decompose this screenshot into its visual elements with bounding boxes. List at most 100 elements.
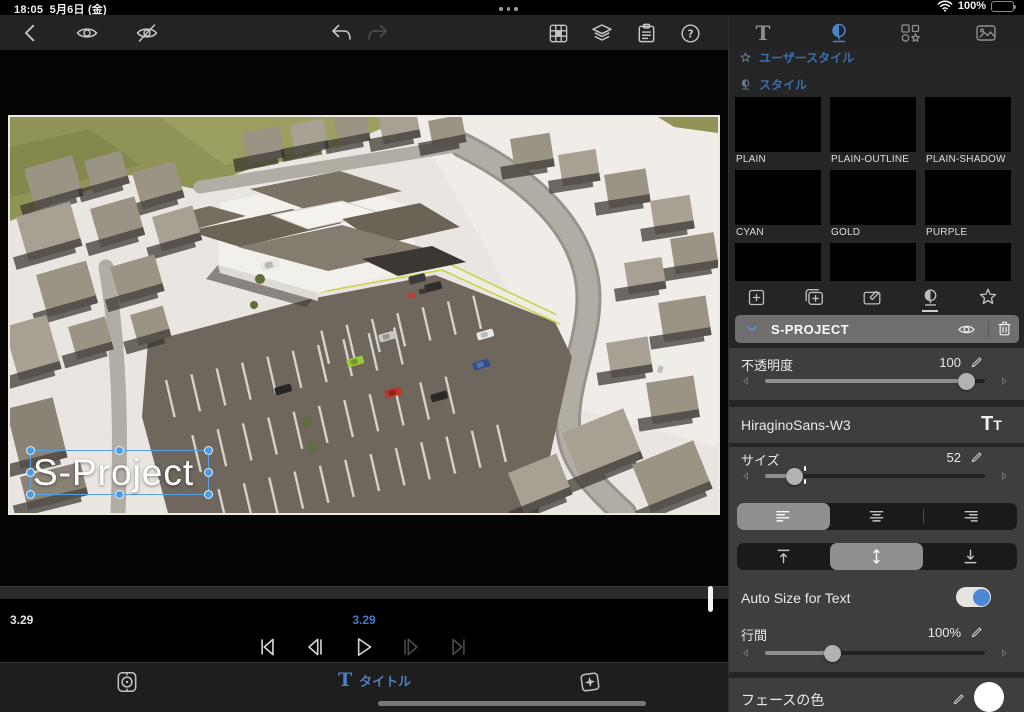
valign-middle-icon (866, 546, 887, 567)
camera-view-tab[interactable] (114, 669, 140, 695)
align-left-button[interactable] (737, 503, 830, 530)
tab-image[interactable] (972, 19, 1000, 47)
hide-overlays-button[interactable] (134, 20, 160, 46)
align-center-button[interactable] (830, 503, 923, 530)
user-style-header[interactable]: ユーザースタイル (739, 49, 854, 66)
opacity-slider-knob[interactable] (958, 373, 975, 390)
redo-button[interactable] (365, 20, 391, 46)
redo-icon (366, 21, 390, 45)
show-overlays-button[interactable] (74, 20, 100, 46)
style-thumb-gold[interactable] (830, 170, 916, 225)
delete-layer-button[interactable] (995, 319, 1014, 338)
style-thumb-partial[interactable] (735, 243, 821, 281)
title-selection-box[interactable]: S-Project (30, 450, 209, 495)
style-label: スタイル (759, 76, 807, 93)
face-color-swatch[interactable] (974, 682, 1004, 712)
style-thumb-purple[interactable] (925, 170, 1011, 225)
opacity-decrement-button[interactable] (739, 374, 753, 388)
layers-icon (590, 21, 614, 45)
style-thumb-plain-shadow[interactable] (925, 97, 1011, 152)
size-slider-knob[interactable] (786, 468, 803, 485)
layer-visibility-button[interactable] (957, 320, 976, 339)
style-thumb-plain[interactable] (735, 97, 821, 152)
render-canvas[interactable]: S-Project (8, 115, 720, 515)
selection-handle[interactable] (26, 468, 35, 477)
effects-sparkle-icon (577, 669, 603, 695)
help-icon: ? (679, 22, 702, 45)
valign-middle-button[interactable] (830, 543, 923, 570)
tab-elements[interactable] (896, 19, 924, 47)
selection-handle[interactable] (115, 446, 124, 455)
grid-icon (547, 22, 570, 45)
style-mode-underline (922, 310, 938, 312)
valign-bottom-icon (960, 546, 981, 567)
title-tab-label: タイトル (359, 671, 411, 690)
style-mode-button[interactable] (918, 285, 942, 309)
layer-header[interactable]: S-PROJECT (735, 315, 1019, 343)
style-ball-mode-icon (920, 287, 941, 308)
style-thumb-partial[interactable] (830, 243, 916, 281)
selection-handle[interactable] (204, 446, 213, 455)
title-tab[interactable]: T タイトル (338, 669, 411, 691)
style-label-purple: PURPLE (926, 227, 967, 238)
style-ball-small-icon (739, 78, 752, 91)
style-thumb-cyan[interactable] (735, 170, 821, 225)
favorite-style-button[interactable] (976, 285, 1000, 309)
status-bar: 18:05 5月6日 (金) 100% (0, 0, 1024, 15)
notes-button[interactable] (633, 20, 659, 46)
selection-handle[interactable] (26, 490, 35, 499)
edit-style-button[interactable] (860, 285, 884, 309)
effects-tab[interactable] (577, 669, 603, 695)
selection-handle[interactable] (204, 490, 213, 499)
playhead[interactable] (708, 586, 713, 612)
frame-back-button[interactable] (301, 633, 329, 661)
line-spacing-slider-knob[interactable] (824, 645, 841, 662)
font-name[interactable]: HiraginoSans-W3 (741, 417, 851, 433)
style-ball-icon (827, 21, 851, 45)
selection-handle[interactable] (204, 468, 213, 477)
valign-top-button[interactable] (737, 543, 830, 570)
size-edit-button[interactable] (969, 449, 985, 465)
layers-button[interactable] (589, 20, 615, 46)
timeline-current[interactable]: 3.29 (0, 613, 728, 627)
line-spacing-increment-button[interactable] (997, 646, 1011, 660)
font-picker-button[interactable]: TT (981, 413, 1002, 436)
skip-to-end-button[interactable] (445, 633, 473, 661)
style-header[interactable]: スタイル (739, 76, 807, 93)
line-spacing-edit-button[interactable] (969, 624, 985, 640)
size-default-tick (804, 479, 806, 484)
status-right: 100% (937, 0, 1014, 12)
skip-to-start-button[interactable] (253, 633, 281, 661)
tab-style[interactable] (825, 19, 853, 47)
add-style-group-button[interactable] (802, 285, 826, 309)
style-thumb-plain-outline[interactable] (830, 97, 916, 152)
help-button[interactable]: ? (677, 20, 703, 46)
add-icon (746, 287, 767, 308)
selection-handle[interactable] (26, 446, 35, 455)
timeline-scrubber[interactable] (0, 586, 728, 599)
storyboard-button[interactable] (545, 20, 571, 46)
style-label-plain-shadow: PLAIN-SHADOW (926, 154, 1006, 165)
home-indicator[interactable] (378, 701, 646, 706)
auto-size-toggle[interactable] (956, 587, 991, 607)
opacity-increment-button[interactable] (997, 374, 1011, 388)
back-button[interactable] (18, 20, 44, 46)
tab-text[interactable]: T (749, 19, 777, 47)
opacity-edit-button[interactable] (969, 354, 985, 370)
canvas-title-text[interactable]: S-Project (33, 451, 194, 495)
play-button[interactable] (349, 633, 377, 661)
line-spacing-decrement-button[interactable] (739, 646, 753, 660)
align-right-button[interactable] (924, 503, 1017, 530)
selection-handle[interactable] (115, 490, 124, 499)
size-decrement-button[interactable] (739, 469, 753, 483)
collapse-layer-button[interactable] (743, 320, 761, 338)
undo-button[interactable] (328, 20, 354, 46)
triangle-right-icon (997, 646, 1011, 660)
add-style-button[interactable] (744, 285, 768, 309)
align-center-icon (866, 506, 887, 527)
frame-forward-button[interactable] (397, 633, 425, 661)
face-color-edit-button[interactable] (951, 691, 967, 707)
size-increment-button[interactable] (997, 469, 1011, 483)
valign-bottom-button[interactable] (924, 543, 1017, 570)
style-thumb-partial[interactable] (925, 243, 1011, 281)
